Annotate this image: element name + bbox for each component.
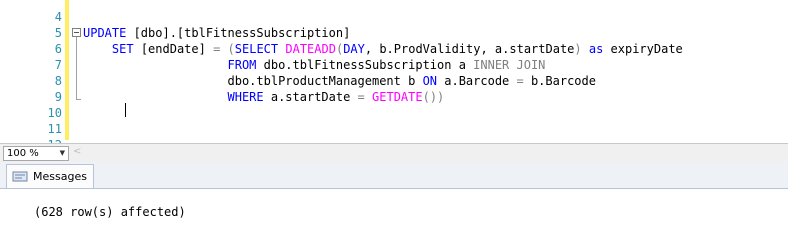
line-number: 10 bbox=[47, 106, 62, 120]
editor-status-bar: 100 % ▼ < bbox=[0, 143, 788, 163]
code-token: a.startDate bbox=[263, 90, 358, 104]
code-token: , b.ProdValidity, a.startDate bbox=[364, 42, 575, 56]
tab-messages-label: Messages bbox=[33, 170, 87, 183]
code-line: UPDATE [dbo].[tblFitnessSubscription] bbox=[83, 25, 350, 41]
text-cursor bbox=[125, 103, 126, 117]
code-token: FROM bbox=[227, 58, 257, 72]
code-token: ( bbox=[227, 42, 235, 56]
code-token: [endDate] bbox=[133, 42, 214, 56]
line-number-gutter: 456789101112 bbox=[0, 0, 64, 143]
code-token: expiryDate bbox=[603, 42, 683, 56]
line-number: 8 bbox=[54, 74, 62, 88]
code-token: UPDATE bbox=[83, 26, 127, 40]
line-number: 11 bbox=[47, 122, 62, 136]
code-token: INNER JOIN bbox=[473, 58, 546, 72]
line-number: 9 bbox=[54, 90, 62, 104]
line-number: 4 bbox=[54, 10, 62, 24]
code-token: GETDATE bbox=[372, 90, 423, 104]
code-token: ) bbox=[574, 42, 582, 56]
code-token: ON bbox=[422, 74, 438, 88]
code-token: WHERE bbox=[227, 90, 264, 104]
collapse-region-icon[interactable] bbox=[72, 28, 81, 37]
chevron-down-icon[interactable]: ▼ bbox=[60, 147, 65, 160]
code-token: [dbo].[tblFitnessSubscription] bbox=[126, 26, 351, 40]
code-line: WHERE a.startDate = GETDATE()) bbox=[83, 89, 445, 105]
code-token: dbo.tblFitnessSubscription a bbox=[256, 58, 474, 72]
rows-affected-message: (628 row(s) affected) bbox=[34, 205, 186, 219]
results-tab-strip: Messages bbox=[0, 162, 788, 189]
code-token: = bbox=[516, 74, 524, 88]
tab-messages[interactable]: Messages bbox=[6, 164, 94, 188]
code-token: as bbox=[588, 42, 604, 56]
code-token: dbo.tblProductManagement b bbox=[83, 74, 423, 88]
line-number: 5 bbox=[54, 26, 62, 40]
zoom-value: 100 % bbox=[7, 148, 39, 159]
changed-lines-marker bbox=[65, 0, 69, 140]
code-token: DATEADD bbox=[285, 42, 336, 56]
code-token: ()) bbox=[422, 90, 445, 104]
code-token: DAY bbox=[343, 42, 365, 56]
code-token: SET bbox=[111, 42, 134, 56]
code-token: SELECT bbox=[234, 42, 279, 56]
scroll-left-icon[interactable]: < bbox=[73, 146, 81, 157]
code-line: FROM dbo.tblFitnessSubscription a INNER … bbox=[83, 57, 546, 73]
query-editor[interactable]: 456789101112 UPDATE [dbo].[tblFitnessSub… bbox=[0, 0, 788, 143]
zoom-dropdown[interactable]: 100 % ▼ bbox=[3, 146, 69, 161]
outline-guide-line bbox=[76, 37, 77, 100]
messages-pane: (628 row(s) affected) bbox=[0, 189, 788, 248]
code-line: dbo.tblProductManagement b ON a.Barcode … bbox=[83, 73, 596, 89]
line-number: 6 bbox=[54, 42, 62, 56]
code-token: b.Barcode bbox=[523, 74, 596, 88]
outline-guide-end bbox=[76, 99, 81, 100]
code-token: a.Barcode bbox=[437, 74, 517, 88]
code-line: SET [endDate] = (SELECT DATEADD(DAY, b.P… bbox=[83, 41, 683, 57]
messages-icon bbox=[12, 171, 28, 182]
line-number: 7 bbox=[54, 58, 62, 72]
code-token: = bbox=[357, 90, 365, 104]
